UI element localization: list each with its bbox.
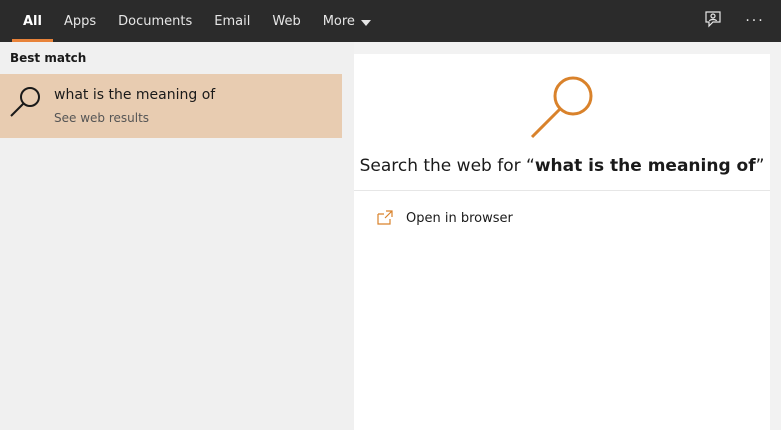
search-web-heading: Search the web for “what is the meaning … <box>354 156 770 176</box>
scope-tabs: All Apps Documents Email Web More <box>12 0 382 42</box>
open-in-browser-action[interactable]: Open in browser <box>376 209 513 227</box>
tab-web[interactable]: Web <box>261 0 311 42</box>
tab-apps[interactable]: Apps <box>53 0 107 42</box>
feedback-button[interactable] <box>701 9 725 33</box>
result-title: what is the meaning of <box>54 87 216 103</box>
tab-more-label: More <box>322 13 355 29</box>
more-options-button[interactable]: ··· <box>743 9 767 33</box>
search-web-prefix: Search the web for “ <box>359 156 535 176</box>
tab-all-label: All <box>23 13 42 29</box>
tab-more[interactable]: More <box>312 0 382 42</box>
tab-apps-label: Apps <box>63 13 97 29</box>
web-search-icon <box>528 72 598 142</box>
search-icon <box>8 84 44 120</box>
tab-email-label: Email <box>214 13 251 29</box>
chevron-down-icon <box>360 15 371 30</box>
search-query: what is the meaning of <box>534 156 756 176</box>
search-scope-bar: All Apps Documents Email Web More ··· <box>0 0 781 42</box>
best-match-result[interactable]: what is the meaning of See web results <box>0 74 342 138</box>
search-web-suffix: ” <box>755 156 765 176</box>
pane-divider <box>342 42 354 430</box>
more-options-icon: ··· <box>745 13 765 29</box>
tab-all[interactable]: All <box>12 0 53 42</box>
results-pane: Best match what is the meaning of See we… <box>0 42 342 430</box>
result-subtitle: See web results <box>54 111 150 125</box>
tab-documents[interactable]: Documents <box>107 0 203 42</box>
tab-email[interactable]: Email <box>203 0 261 42</box>
tab-web-label: Web <box>272 13 301 29</box>
topbar-actions: ··· <box>701 0 767 42</box>
open-in-browser-icon <box>376 209 394 227</box>
open-in-browser-label: Open in browser <box>406 210 513 226</box>
best-match-heading: Best match <box>10 51 87 65</box>
preview-pane: Search the web for “what is the meaning … <box>354 54 770 430</box>
tab-documents-label: Documents <box>118 13 193 29</box>
preview-separator <box>354 190 770 191</box>
feedback-icon <box>704 10 722 32</box>
